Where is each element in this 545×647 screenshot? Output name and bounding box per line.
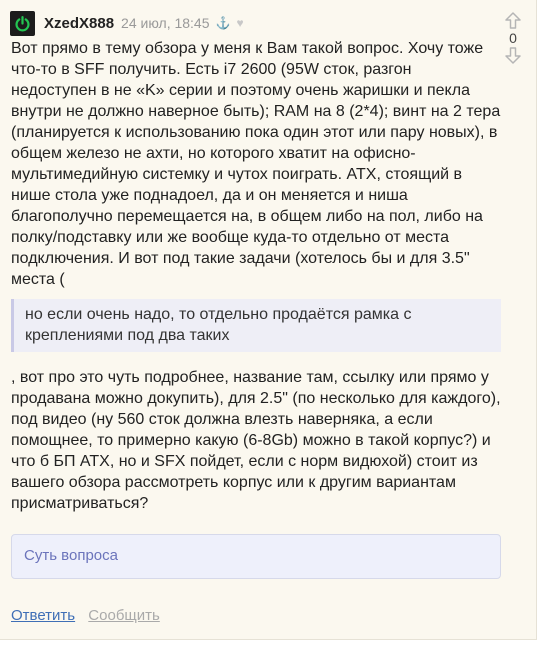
arrow-down-icon[interactable] — [505, 47, 521, 64]
comment-card: XzedX888 24 июл, 18:45 ⚓ ♥ 0 Вот прямо в… — [0, 0, 537, 640]
comment-paragraph-1: Вот прямо в тему обзора у меня к Вам так… — [11, 40, 501, 288]
comment-paragraph-2: , вот про это чуть подробнее, название т… — [11, 369, 501, 512]
avatar[interactable] — [10, 10, 35, 36]
comment-actions: Ответить Сообщить — [11, 607, 160, 624]
username[interactable]: XzedX888 — [44, 15, 114, 32]
vote-count: 0 — [509, 30, 517, 46]
comment-header: XzedX888 24 июл, 18:45 ⚓ ♥ — [10, 10, 244, 36]
arrow-up-icon[interactable] — [505, 12, 521, 29]
quote-block: но если очень надо, то отдельно продаётс… — [11, 299, 501, 352]
question-summary-box[interactable]: Суть вопроса — [11, 534, 501, 579]
comment-date[interactable]: 24 июл, 18:45 — [121, 15, 209, 31]
report-link[interactable]: Сообщить — [88, 607, 160, 624]
question-summary-label: Суть вопроса — [24, 547, 118, 564]
power-icon — [15, 15, 30, 31]
heart-icon[interactable]: ♥ — [236, 16, 243, 30]
reply-link[interactable]: Ответить — [11, 607, 75, 624]
vote-widget: 0 — [502, 12, 524, 64]
anchor-icon[interactable]: ⚓ — [216, 16, 231, 30]
